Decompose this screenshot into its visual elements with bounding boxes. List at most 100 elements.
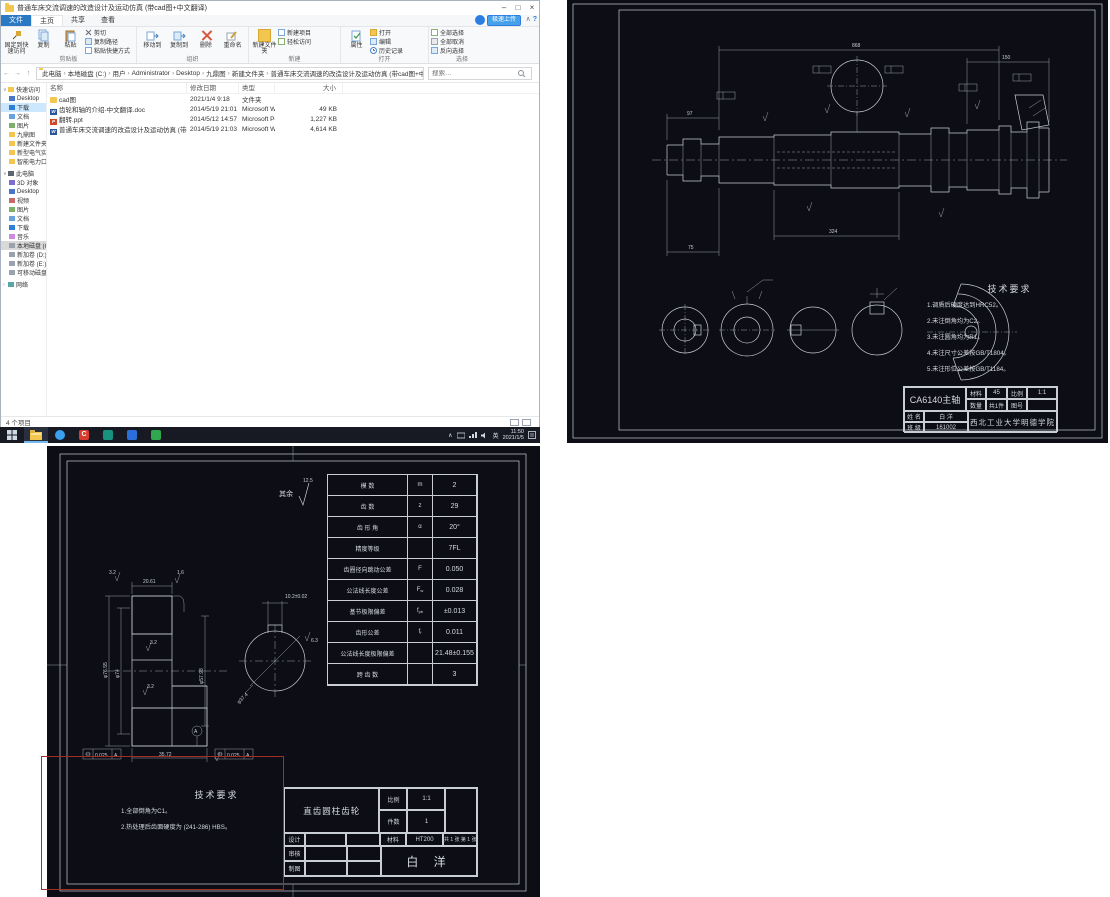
sidebar-item-desktop[interactable]: Desktop (1, 187, 46, 196)
close-button[interactable]: × (525, 2, 539, 15)
taskbar-red-app[interactable]: C (72, 427, 96, 443)
list-view-icon[interactable] (510, 419, 519, 426)
sidebar-item-videos[interactable]: 视频 (1, 196, 46, 205)
touch-keyboard-icon[interactable] (457, 432, 465, 439)
input-indicator[interactable]: 英 (493, 431, 499, 440)
sidebar-item-desktop[interactable]: Desktop (1, 94, 46, 103)
new-item-button[interactable]: 新建项目 (278, 28, 311, 37)
sidebar-item-local-disk-c[interactable]: 本地磁盘 (C:) (1, 241, 46, 250)
column-header-date[interactable]: 修改日期 (187, 83, 239, 93)
network-icon[interactable] (469, 432, 477, 439)
file-row[interactable]: W普通车床交流调速的改造设计及运动仿真 (带cad图+中文翻译).doc 201… (47, 124, 539, 134)
spec-label: 齿形公差 (328, 622, 408, 643)
sidebar-item-folder[interactable]: 九鼎图 (1, 130, 46, 139)
new-folder-button[interactable]: 新建文件夹 (251, 28, 278, 55)
easy-access-button[interactable]: 轻松访问 (278, 37, 311, 46)
tab-share[interactable]: 共享 (63, 15, 93, 26)
file-explorer-icon (30, 430, 42, 440)
paste-button[interactable]: 粘贴 (57, 28, 84, 49)
search-box[interactable] (428, 67, 532, 80)
copy-path-button[interactable]: 复制路径 (85, 37, 130, 46)
crumb[interactable]: 用户 (111, 68, 126, 78)
start-button[interactable] (0, 427, 24, 443)
column-header-name[interactable]: 名称 (47, 83, 187, 93)
spec-symbol: fpb (408, 601, 433, 622)
action-center-icon[interactable] (528, 431, 536, 439)
cut-button[interactable]: 剪切 (85, 28, 130, 37)
search-input[interactable] (429, 70, 517, 77)
datum-letter: A (194, 729, 198, 735)
school-name: 西北工业大学明德学院 (968, 411, 1057, 433)
crumb[interactable]: Desktop (175, 70, 201, 77)
sidebar-item-documents[interactable]: 文档 (1, 214, 46, 223)
delete-button[interactable]: 删除 (193, 28, 220, 49)
taskbar-green-app[interactable] (144, 427, 168, 443)
sidebar-item-downloads[interactable]: 下载 (1, 223, 46, 232)
dim-label: 3.2 (109, 570, 116, 576)
select-all-button[interactable]: 全部选择 (431, 28, 464, 37)
crumb[interactable]: 普通车床交流调速的改造设计及运动仿真 (带cad图+中文翻译) (270, 68, 425, 78)
word-doc-icon: W (50, 129, 57, 135)
maximize-button[interactable]: □ (511, 2, 525, 15)
gear-spec-table: 模 数m2 齿 数z29 齿 形 角α20° 精度等级7FL 齿圈径向跳动公差F… (327, 474, 478, 686)
sidebar-item-folder[interactable]: 新型电气实习相关资料 (1, 148, 46, 157)
collapse-ribbon-icon[interactable]: ∧ (526, 16, 531, 23)
sidebar-section-quick-access[interactable]: ∨快速访问 (1, 85, 46, 94)
taskbar-blue-app[interactable] (120, 427, 144, 443)
help-icon[interactable]: ? (533, 16, 537, 23)
sidebar-section-this-pc[interactable]: ∨此电脑 (1, 169, 46, 178)
sidebar-item-volume-d[interactable]: 新加卷 (D:) (1, 250, 46, 259)
pin-quick-access-button[interactable]: 固定到快速访问 (3, 28, 30, 55)
tab-file[interactable]: 文件 (1, 15, 31, 26)
volume-icon[interactable] (481, 432, 489, 439)
taskbar-teal-app[interactable] (96, 427, 120, 443)
back-button[interactable]: ← (1, 70, 12, 77)
title-bar[interactable]: 普通车床交流调速的改造设计及运动仿真 (带cad图+中文翻译) – □ × (1, 1, 539, 15)
minimize-button[interactable]: – (497, 2, 511, 15)
sidebar-item-pictures[interactable]: 图片 (1, 205, 46, 214)
copy-button[interactable]: 复制 (30, 28, 57, 49)
taskbar-file-explorer[interactable] (24, 427, 48, 443)
select-none-button[interactable]: 全部取消 (431, 37, 464, 46)
rename-button[interactable]: 重命名 (219, 28, 246, 49)
crumb[interactable]: 本地磁盘 (C:) (67, 68, 108, 78)
column-header-type[interactable]: 类型 (239, 83, 275, 93)
author-name: 白 洋 (381, 846, 477, 876)
dim-label: φ74 (115, 669, 121, 678)
tray-chevron-icon[interactable]: ∧ (448, 432, 452, 439)
edit-button[interactable]: 编辑 (370, 37, 403, 46)
thumbnail-view-icon[interactable] (522, 419, 531, 426)
sidebar-item-pictures[interactable]: 图片 (1, 121, 46, 130)
crumb[interactable]: Administrator (131, 70, 171, 77)
sidebar-item-downloads[interactable]: 下载 (1, 103, 46, 112)
crumb[interactable]: 新建文件夹 (231, 68, 266, 78)
sidebar-item-music[interactable]: 音乐 (1, 232, 46, 241)
sidebar-item-documents[interactable]: 文档 (1, 112, 46, 121)
sidebar-item-removable-f[interactable]: 可移动磁盘 (F:) (1, 268, 46, 277)
sidebar-item-folder[interactable]: 智能电力口袋书资料 (1, 157, 46, 166)
tab-home[interactable]: 主页 (31, 15, 63, 26)
netdisk-icon (475, 15, 485, 25)
sidebar-item-folder[interactable]: 新建文件夹 (1, 139, 46, 148)
properties-icon (350, 29, 363, 42)
tab-view[interactable]: 查看 (93, 15, 123, 26)
crumb[interactable]: 此电脑 (41, 68, 63, 78)
file-row[interactable]: cad图 2021/1/4 9:18 文件夹 (47, 94, 539, 104)
taskbar-browser[interactable] (48, 427, 72, 443)
file-row[interactable]: W齿轮和轴的介绍-中文翻译.doc 2014/5/19 21:01 Micros… (47, 104, 539, 114)
file-row[interactable]: P翻转.ppt 2014/5/12 14:57 Microsoft Powe… … (47, 114, 539, 124)
copy-to-button[interactable]: 复制到 (166, 28, 193, 49)
open-button[interactable]: 打开 (370, 28, 403, 37)
breadcrumb[interactable]: 此电脑› 本地磁盘 (C:)› 用户› Administrator› Deskt… (36, 67, 424, 80)
crumb[interactable]: 九鼎图 (205, 68, 227, 78)
cloud-upload-badge[interactable]: 极速上传 (475, 14, 521, 26)
move-to-button[interactable]: 移动到 (139, 28, 166, 49)
column-header-size[interactable]: 大小 (275, 83, 343, 93)
sidebar-item-3d-objects[interactable]: 3D 对象 (1, 178, 46, 187)
properties-button[interactable]: 属性 (343, 28, 370, 49)
clock[interactable]: 11:50 2021/1/5 (503, 429, 524, 441)
sidebar-item-volume-e[interactable]: 新加卷 (E:) (1, 259, 46, 268)
sidebar-section-network[interactable]: ›网络 (1, 280, 46, 289)
forward-button[interactable]: → (12, 70, 23, 77)
up-button[interactable]: ↑ (23, 70, 34, 77)
